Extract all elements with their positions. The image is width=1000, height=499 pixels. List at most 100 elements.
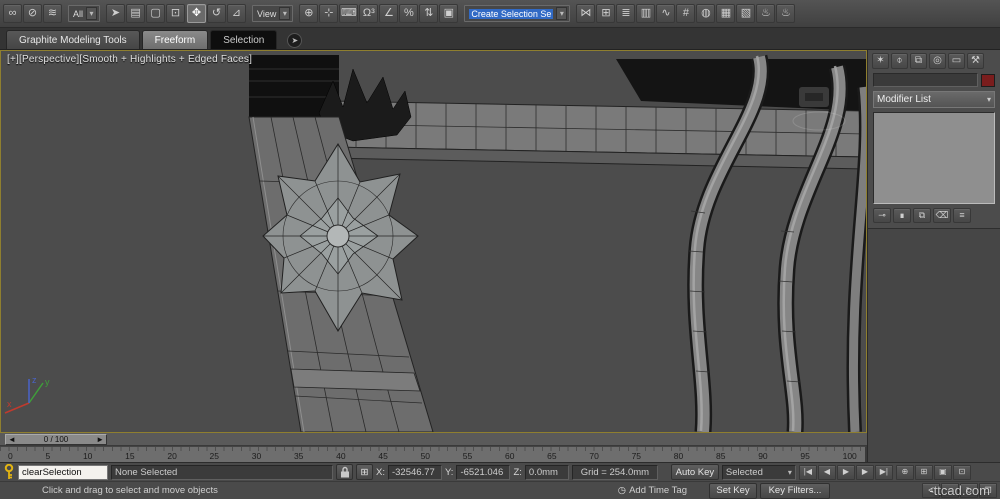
timeline-tick[interactable]: 35 <box>294 452 303 461</box>
edit-named-sets-icon[interactable]: ▣ <box>439 4 458 23</box>
time-slider[interactable]: ◄ 0 / 100 ► <box>5 434 107 445</box>
timeline-tick[interactable]: 10 <box>83 452 92 461</box>
selection-filter-dropdown[interactable]: All ▾ <box>68 5 100 22</box>
track-bar[interactable]: ◄ 0 / 100 ► <box>0 433 867 446</box>
timeline-tick[interactable]: 65 <box>547 452 556 461</box>
zoom-all-icon[interactable]: ⊞ <box>915 465 933 480</box>
perspective-viewport[interactable]: [+][Perspective][Smooth + Highlights + E… <box>0 50 867 433</box>
timeline-tick[interactable]: 55 <box>463 452 472 461</box>
add-time-tag-button[interactable]: Add Time Tag <box>629 485 687 496</box>
motion-tab-icon[interactable]: ◎ <box>929 53 946 69</box>
tab-graphite-modeling-tools[interactable]: Graphite Modeling Tools <box>6 30 140 49</box>
ribbon-toggle-icon[interactable]: ▥ <box>636 4 655 23</box>
rollout-area[interactable] <box>868 228 1000 462</box>
time-slider-left-arrow[interactable]: ◄ <box>8 435 16 444</box>
selection-lock-icon[interactable] <box>336 464 353 480</box>
utilities-tab-icon[interactable]: ⚒ <box>967 53 984 69</box>
zoom-extents-icon[interactable]: ▣ <box>934 465 952 480</box>
absolute-mode-icon[interactable]: ⊞ <box>356 464 373 480</box>
hierarchy-tab-icon[interactable]: ⧉ <box>910 53 927 69</box>
object-color-swatch[interactable] <box>981 74 995 87</box>
timeline-tick[interactable]: 15 <box>125 452 134 461</box>
percent-snap-icon[interactable]: % <box>399 4 418 23</box>
render-setup-icon[interactable]: ▦ <box>716 4 735 23</box>
timeline-tick[interactable]: 100 <box>843 452 857 461</box>
timeline-tick[interactable]: 50 <box>421 452 430 461</box>
display-tab-icon[interactable]: ▭ <box>948 53 965 69</box>
material-editor-icon[interactable]: ◍ <box>696 4 715 23</box>
timeline-tick[interactable]: 75 <box>632 452 641 461</box>
key-set-selector-dropdown[interactable]: Selected ▾ <box>722 465 796 480</box>
layer-manager-icon[interactable]: ≣ <box>616 4 635 23</box>
go-to-start-button[interactable]: |◀ <box>799 465 817 480</box>
named-selection-sets-dropdown[interactable]: Create Selection Se ▾ <box>464 5 570 22</box>
zoom-region-icon[interactable]: ⊡ <box>953 465 971 480</box>
field-of-view-icon[interactable]: ∢ <box>922 483 940 498</box>
select-and-manipulate-icon[interactable]: ⊹ <box>319 4 338 23</box>
key-filters-button[interactable]: Key Filters... <box>760 483 830 499</box>
y-coord-field[interactable]: -6521.046 <box>456 465 510 480</box>
timeline-tick[interactable]: 25 <box>210 452 219 461</box>
modifier-stack[interactable] <box>873 112 995 204</box>
create-tab-icon[interactable]: ✶ <box>872 53 889 69</box>
zoom-icon[interactable]: ⊕ <box>896 465 914 480</box>
use-pivot-point-icon[interactable]: ⊕ <box>299 4 318 23</box>
play-button[interactable]: ▶ <box>837 465 855 480</box>
tab-selection[interactable]: Selection <box>210 30 277 49</box>
unlink-selection-icon[interactable]: ⊘ <box>23 4 42 23</box>
timeline-tick[interactable]: 95 <box>800 452 809 461</box>
viewport-label[interactable]: [+][Perspective][Smooth + Highlights + E… <box>7 54 252 65</box>
select-and-link-icon[interactable]: ∞ <box>3 4 22 23</box>
pan-icon[interactable]: ⇔ <box>941 483 959 498</box>
timeline-tick[interactable]: 90 <box>758 452 767 461</box>
ribbon-expand-button[interactable]: ➤ <box>287 33 302 48</box>
schematic-view-icon[interactable]: # <box>676 4 695 23</box>
align-icon[interactable]: ⊞ <box>596 4 615 23</box>
timeline-tick[interactable]: 0 <box>8 452 13 461</box>
select-object-icon[interactable]: ➤ <box>106 4 125 23</box>
pin-stack-icon[interactable]: ⊸ <box>873 208 891 223</box>
set-key-button[interactable]: Set Key <box>709 483 757 499</box>
select-and-move-icon[interactable]: ✥ <box>187 4 206 23</box>
auto-key-button[interactable]: Auto Key <box>671 464 719 480</box>
timeline-tick[interactable]: 85 <box>716 452 725 461</box>
render-production-icon[interactable]: ♨ <box>756 4 775 23</box>
angle-snap-icon[interactable]: ∠ <box>379 4 398 23</box>
select-by-name-icon[interactable]: ▤ <box>126 4 145 23</box>
object-name-field[interactable] <box>873 73 978 87</box>
x-coord-field[interactable]: -32546.77 <box>388 465 442 480</box>
time-slider-right-arrow[interactable]: ► <box>96 435 104 444</box>
next-frame-button[interactable]: ▶ <box>856 465 874 480</box>
reference-coordsys-dropdown[interactable]: View ▾ <box>252 5 293 22</box>
keyboard-override-icon[interactable]: ⌨ <box>339 4 358 23</box>
make-unique-icon[interactable]: ⧉ <box>913 208 931 223</box>
timeline-tick[interactable]: 70 <box>589 452 598 461</box>
remove-modifier-icon[interactable]: ⌫ <box>933 208 951 223</box>
rectangular-selection-region-icon[interactable]: ▢ <box>146 4 165 23</box>
timeline-tick[interactable]: 45 <box>378 452 387 461</box>
timeline-ruler[interactable]: 0 5 10 15 20 25 30 35 40 45 50 55 60 65 70 75 80 85 90 95 10… <box>0 446 867 462</box>
timeline-tick[interactable]: 60 <box>505 452 514 461</box>
modify-tab-icon[interactable]: ⌽ <box>891 53 908 69</box>
bind-to-space-warp-icon[interactable]: ≋ <box>43 4 62 23</box>
spinner-snap-icon[interactable]: ⇅ <box>419 4 438 23</box>
select-and-scale-icon[interactable]: ⊿ <box>227 4 246 23</box>
tab-freeform[interactable]: Freeform <box>142 30 209 49</box>
curve-editor-icon[interactable]: ∿ <box>656 4 675 23</box>
timeline-tick[interactable]: 30 <box>252 452 261 461</box>
z-coord-field[interactable]: 0.0mm <box>525 465 569 480</box>
modifier-list-dropdown[interactable]: Modifier List ▾ <box>873 91 995 108</box>
arc-rotate-icon[interactable]: ↻ <box>960 483 978 498</box>
timeline-tick[interactable]: 5 <box>45 452 50 461</box>
mirror-icon[interactable]: ⋈ <box>576 4 595 23</box>
quick-render-icon[interactable]: ♨ <box>776 4 795 23</box>
timeline-tick[interactable]: 80 <box>674 452 683 461</box>
snaps-toggle-icon[interactable]: Ω³ <box>359 4 378 23</box>
rendered-frame-window-icon[interactable]: ▧ <box>736 4 755 23</box>
timeline-tick[interactable]: 40 <box>336 452 345 461</box>
configure-modifier-sets-icon[interactable]: ≡ <box>953 208 971 223</box>
maxscript-mini-listener[interactable]: clearSelection <box>18 465 108 480</box>
window-crossing-toggle-icon[interactable]: ⊡ <box>166 4 185 23</box>
select-and-rotate-icon[interactable]: ↺ <box>207 4 226 23</box>
timeline-tick[interactable]: 20 <box>167 452 176 461</box>
